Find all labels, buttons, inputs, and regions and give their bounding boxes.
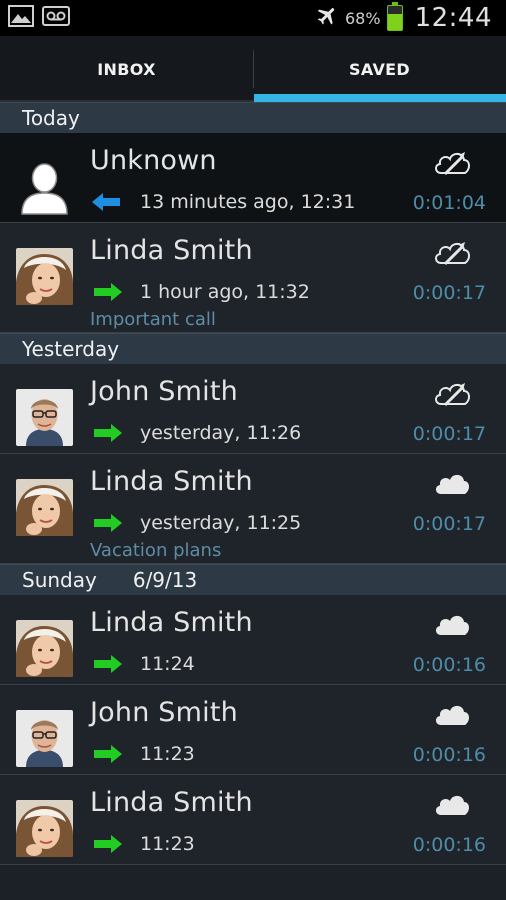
image-icon: [8, 5, 34, 31]
call-time: 11:23: [140, 833, 195, 855]
call-time: yesterday, 11:26: [140, 422, 302, 444]
cloud-syncing-icon[interactable]: [432, 147, 472, 177]
call-row[interactable]: Linda Smith yesterday, 11:25 Vacation pla…: [0, 454, 506, 564]
section-date: 6/9/13: [132, 568, 198, 592]
call-duration: 0:00:16: [412, 834, 486, 856]
call-duration: 0:00:17: [412, 282, 486, 304]
incoming-call-arrow-icon: [92, 192, 122, 212]
call-duration: 0:01:04: [412, 192, 486, 214]
contact-avatar[interactable]: [16, 248, 73, 305]
outgoing-call-arrow-icon: [92, 282, 122, 302]
status-bar: 68% 12:44: [0, 0, 506, 36]
cloud-syncing-icon[interactable]: [432, 378, 472, 408]
contact-name: Linda Smith: [90, 787, 253, 818]
contact-avatar[interactable]: [16, 389, 73, 446]
clock: 12:44: [414, 3, 492, 33]
call-row[interactable]: Linda Smith 11:24 0:00:16: [0, 595, 506, 685]
contact-name: Unknown: [90, 145, 217, 176]
contact-name: John Smith: [90, 376, 238, 407]
call-note: Vacation plans: [90, 540, 222, 561]
outgoing-call-arrow-icon: [92, 834, 122, 854]
contact-avatar[interactable]: [16, 620, 73, 677]
cloud-icon[interactable]: [432, 699, 472, 729]
contact-name: Linda Smith: [90, 235, 253, 266]
section-header: Yesterday: [0, 333, 506, 364]
call-row[interactable]: Linda Smith 1 hour ago, 11:32 Important c…: [0, 223, 506, 333]
section-label: Yesterday: [22, 337, 120, 361]
voicemail-icon: [42, 6, 70, 30]
status-bar-right: 68% 12:44: [315, 2, 506, 33]
call-list: Today Unknown 13 minutes ago, 12:31 0:01…: [0, 102, 506, 865]
outgoing-call-arrow-icon: [92, 423, 122, 443]
cloud-icon[interactable]: [432, 609, 472, 639]
tab-saved[interactable]: SAVED: [253, 36, 506, 102]
contact-avatar[interactable]: [16, 800, 73, 857]
tab-inbox[interactable]: INBOX: [0, 36, 253, 102]
contact-name: Linda Smith: [90, 607, 253, 638]
unknown-person-icon[interactable]: [16, 158, 73, 215]
cloud-icon[interactable]: [432, 468, 472, 498]
cloud-icon[interactable]: [432, 789, 472, 819]
call-duration: 0:00:16: [412, 654, 486, 676]
call-row[interactable]: John Smith 11:23 0:00:16: [0, 685, 506, 775]
contact-avatar[interactable]: [16, 479, 73, 536]
call-row[interactable]: John Smith yesterday, 11:26 0:00:17: [0, 364, 506, 454]
tab-bar: INBOX SAVED: [0, 36, 506, 102]
outgoing-call-arrow-icon: [92, 744, 122, 764]
call-duration: 0:00:16: [412, 744, 486, 766]
contact-name: John Smith: [90, 697, 238, 728]
call-time: 11:24: [140, 653, 195, 675]
section-header: Today: [0, 102, 506, 133]
call-time: 11:23: [140, 743, 195, 765]
section-header: Sunday 6/9/13: [0, 564, 506, 595]
call-time: 13 minutes ago, 12:31: [140, 191, 356, 213]
battery-level: 68%: [345, 8, 381, 28]
contact-avatar[interactable]: [16, 710, 73, 767]
outgoing-call-arrow-icon: [92, 513, 122, 533]
call-row[interactable]: Linda Smith 11:23 0:00:16: [0, 775, 506, 865]
airplane-icon: [315, 4, 339, 32]
cloud-syncing-icon[interactable]: [432, 237, 472, 267]
call-note: Important call: [90, 309, 216, 330]
section-label: Sunday: [22, 568, 97, 592]
status-bar-left: [0, 5, 70, 31]
call-time: 1 hour ago, 11:32: [140, 281, 310, 303]
call-duration: 0:00:17: [412, 423, 486, 445]
call-row[interactable]: Unknown 13 minutes ago, 12:31 0:01:04: [0, 133, 506, 223]
selected-tab-indicator: [254, 94, 506, 102]
outgoing-call-arrow-icon: [92, 654, 122, 674]
call-duration: 0:00:17: [412, 513, 486, 535]
section-label: Today: [22, 106, 80, 130]
tab-divider: [253, 50, 254, 88]
call-time: yesterday, 11:25: [140, 512, 302, 534]
contact-name: Linda Smith: [90, 466, 253, 497]
battery-icon: [386, 2, 403, 31]
